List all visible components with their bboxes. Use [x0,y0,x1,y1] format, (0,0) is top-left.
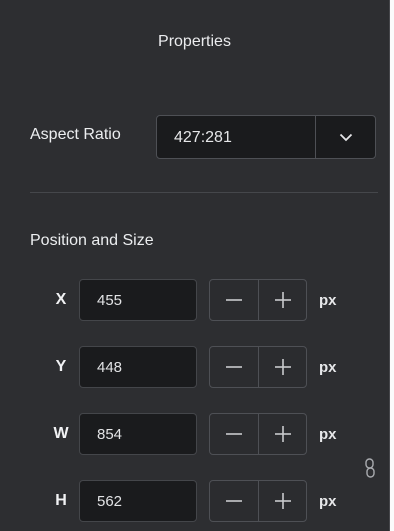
aspect-ratio-select[interactable]: 427:281 [156,115,376,159]
x-decrement-button[interactable] [210,280,258,320]
link-icon[interactable] [364,458,376,478]
minus-icon [226,299,242,301]
w-label: W [53,425,69,442]
w-stepper [209,413,307,455]
w-decrement-button[interactable] [210,414,258,454]
w-unit: px [319,426,337,443]
w-row: W px [0,413,389,455]
section-divider [30,192,378,193]
x-stepper [209,279,307,321]
h-decrement-button[interactable] [210,481,258,521]
w-input[interactable] [79,413,197,455]
properties-panel: Properties Aspect Ratio 427:281 Position… [0,0,390,531]
minus-icon [226,366,242,368]
x-unit: px [319,292,337,309]
y-unit: px [319,359,337,376]
y-row: Y px [0,346,389,388]
y-label: Y [55,358,67,375]
plus-icon [275,359,291,375]
minus-icon [226,433,242,435]
w-increment-button[interactable] [258,414,307,454]
position-size-label: Position and Size [30,232,154,249]
plus-icon [275,292,291,308]
plus-icon [275,426,291,442]
y-increment-button[interactable] [258,347,307,387]
h-label: H [55,492,67,509]
aspect-ratio-dropdown-button[interactable] [316,116,375,158]
panel-title: Properties [158,33,231,50]
aspect-ratio-value: 427:281 [174,129,232,146]
chevron-down-icon [339,133,352,141]
x-row: X px [0,279,389,321]
x-label: X [55,291,67,308]
y-input[interactable] [79,346,197,388]
plus-icon [275,493,291,509]
h-input[interactable] [79,480,197,522]
h-unit: px [319,493,337,510]
h-row: H px [0,480,389,522]
h-stepper [209,480,307,522]
y-stepper [209,346,307,388]
h-increment-button[interactable] [258,481,307,521]
minus-icon [226,500,242,502]
x-increment-button[interactable] [258,280,307,320]
x-input[interactable] [79,279,197,321]
aspect-ratio-label: Aspect Ratio [30,126,121,143]
y-decrement-button[interactable] [210,347,258,387]
